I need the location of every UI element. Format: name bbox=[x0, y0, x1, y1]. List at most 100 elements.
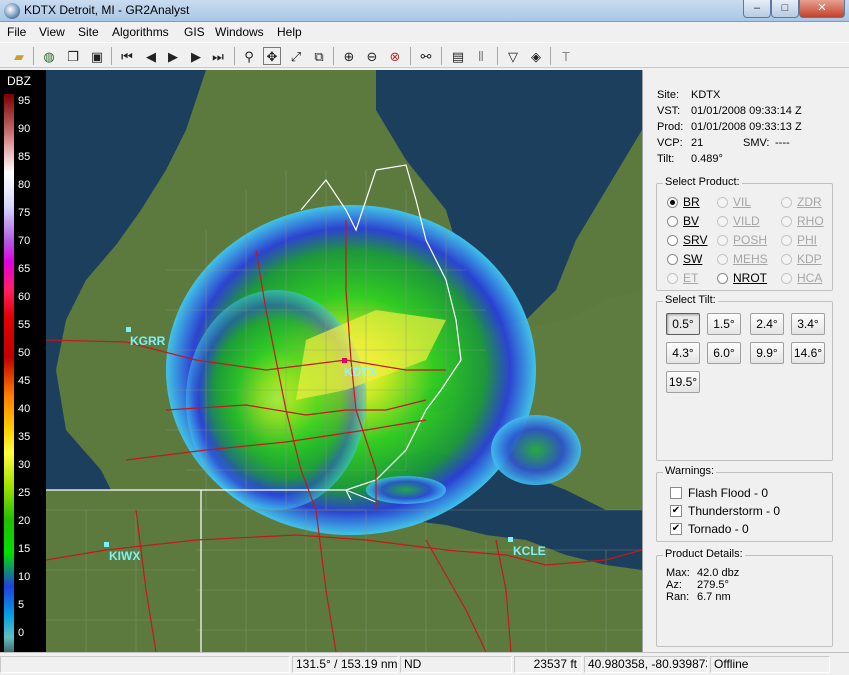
site-label-kdtx[interactable]: KDTX bbox=[344, 365, 377, 379]
radio-label: BR bbox=[683, 195, 700, 209]
menu-view[interactable]: View bbox=[39, 25, 65, 39]
product-radio-vil[interactable]: VIL bbox=[717, 195, 751, 209]
last-frame-icon[interactable]: ⏭ bbox=[209, 47, 227, 65]
checkbox-checked[interactable]: ✔ bbox=[670, 505, 682, 517]
radio-dot[interactable] bbox=[667, 196, 678, 208]
filter-icon[interactable]: ▽ bbox=[504, 47, 522, 65]
radio-dot[interactable] bbox=[781, 272, 792, 284]
product-radio-srv[interactable]: SRV bbox=[667, 233, 707, 247]
zoom-reset-icon[interactable]: ⊗ bbox=[386, 47, 404, 65]
menu-help[interactable]: Help bbox=[277, 25, 302, 39]
radio-dot[interactable] bbox=[717, 253, 728, 265]
product-radio-sw[interactable]: SW bbox=[667, 252, 702, 266]
control-panel: Site: KDTX VST: 01/01/2008 09:33:14 Z Prod… bbox=[642, 70, 849, 652]
vcp-label: VCP: bbox=[657, 137, 683, 149]
first-frame-icon[interactable]: ⏮ bbox=[118, 47, 136, 65]
product-radio-hca[interactable]: HCA bbox=[781, 271, 822, 285]
radio-dot[interactable] bbox=[717, 196, 728, 208]
checkbox[interactable] bbox=[670, 487, 682, 499]
tilt-button-3-4[interactable]: 3.4° bbox=[791, 313, 825, 335]
tilt-button-2-4[interactable]: 2.4° bbox=[750, 313, 784, 335]
radio-dot[interactable] bbox=[781, 234, 792, 246]
close-button[interactable]: ✕ bbox=[799, 0, 845, 18]
radio-label: KDP bbox=[797, 252, 822, 266]
next-frame-icon[interactable]: ▶ bbox=[187, 47, 205, 65]
product-radio-et[interactable]: ET bbox=[667, 271, 698, 285]
legend-tick: 45 bbox=[18, 375, 31, 387]
zoom-in-icon[interactable]: ⊕ bbox=[340, 47, 358, 65]
site-marker-kdtx[interactable] bbox=[342, 358, 347, 363]
ran-value: 6.7 nm bbox=[697, 591, 731, 603]
zoom-icon[interactable]: ⚲ bbox=[240, 47, 258, 65]
radar-map[interactable]: KGRR KDTX KIWX KCLE bbox=[46, 70, 642, 652]
tilt-button-14-6[interactable]: 14.6° bbox=[791, 342, 825, 364]
radio-dot[interactable] bbox=[717, 215, 728, 227]
product-radio-rho[interactable]: RHO bbox=[781, 214, 824, 228]
cross-section-icon[interactable]: Ⅱ bbox=[472, 47, 490, 65]
minimize-button[interactable]: – bbox=[743, 0, 771, 18]
radio-dot[interactable] bbox=[667, 253, 678, 265]
tilt-label: Tilt: bbox=[657, 153, 675, 165]
product-radio-br[interactable]: BR bbox=[667, 195, 700, 209]
menu-site[interactable]: Site bbox=[78, 25, 99, 39]
radio-dot[interactable] bbox=[781, 215, 792, 227]
radio-dot[interactable] bbox=[781, 196, 792, 208]
measure-icon[interactable]: ⤢ bbox=[287, 47, 305, 65]
warning-tornado[interactable]: ✔ Tornado - 0 bbox=[670, 522, 749, 536]
radio-dot[interactable] bbox=[667, 215, 678, 227]
menu-gis[interactable]: GIS bbox=[184, 25, 205, 39]
globe-icon[interactable]: ◍ bbox=[40, 47, 58, 65]
product-radio-posh[interactable]: POSH bbox=[717, 233, 767, 247]
radio-dot[interactable] bbox=[667, 234, 678, 246]
zoom-out-icon[interactable]: ⊖ bbox=[363, 47, 381, 65]
tilt-button-6-0[interactable]: 6.0° bbox=[707, 342, 741, 364]
save-image-icon[interactable]: ▣ bbox=[88, 47, 106, 65]
legend-tick: 75 bbox=[18, 207, 31, 219]
menu-file[interactable]: File bbox=[7, 25, 26, 39]
warning-flash-flood[interactable]: Flash Flood - 0 bbox=[670, 486, 768, 500]
product-radio-zdr[interactable]: ZDR bbox=[781, 195, 822, 209]
tilt-button-0-5[interactable]: 0.5° bbox=[666, 313, 700, 335]
tilt-button-19-5[interactable]: 19.5° bbox=[666, 371, 700, 393]
text-tool-icon[interactable]: T bbox=[557, 47, 575, 65]
link-icon[interactable]: ⚯ bbox=[417, 47, 435, 65]
maximize-button[interactable]: □ bbox=[771, 0, 799, 18]
site-label-kcle[interactable]: KCLE bbox=[513, 544, 546, 558]
radio-dot[interactable] bbox=[781, 253, 792, 265]
menu-windows[interactable]: Windows bbox=[215, 25, 264, 39]
open-folder-icon[interactable]: ▰ bbox=[10, 47, 28, 65]
app-icon bbox=[4, 3, 20, 19]
site-label-kiwx[interactable]: KIWX bbox=[109, 549, 140, 563]
legend-tick: 50 bbox=[18, 347, 31, 359]
previous-frame-icon[interactable]: ◀ bbox=[142, 47, 160, 65]
tilt-button-9-9[interactable]: 9.9° bbox=[750, 342, 784, 364]
product-radio-phi[interactable]: PHI bbox=[781, 233, 817, 247]
layers-icon[interactable]: ⧉ bbox=[310, 47, 328, 65]
status-value: ND bbox=[400, 656, 512, 673]
site-marker-kcle[interactable] bbox=[508, 537, 513, 542]
smv-label: SMV: bbox=[743, 137, 770, 149]
toolbar-separator bbox=[497, 47, 498, 65]
vst-value: 01/01/2008 09:33:14 Z bbox=[691, 105, 802, 117]
diamond-icon[interactable]: ◈ bbox=[527, 47, 545, 65]
warning-thunderstorm[interactable]: ✔ Thunderstorm - 0 bbox=[670, 504, 780, 518]
product-radio-bv[interactable]: BV bbox=[667, 214, 699, 228]
product-radio-kdp[interactable]: KDP bbox=[781, 252, 822, 266]
menu-algorithms[interactable]: Algorithms bbox=[112, 25, 169, 39]
checkbox-checked[interactable]: ✔ bbox=[670, 523, 682, 535]
product-radio-nrot[interactable]: NROT bbox=[717, 271, 767, 285]
site-marker-kgrr[interactable] bbox=[126, 327, 131, 332]
radio-dot[interactable] bbox=[717, 272, 728, 284]
radio-dot[interactable] bbox=[717, 234, 728, 246]
product-radio-mehs[interactable]: MEHS bbox=[717, 252, 768, 266]
radio-dot[interactable] bbox=[667, 272, 678, 284]
site-marker-kiwx[interactable] bbox=[104, 542, 109, 547]
copy-icon[interactable]: ❐ bbox=[64, 47, 82, 65]
color-table-icon[interactable]: ▤ bbox=[449, 47, 467, 65]
site-label-kgrr[interactable]: KGRR bbox=[130, 334, 165, 348]
pan-icon[interactable]: ✥ bbox=[263, 47, 281, 65]
tilt-button-4-3[interactable]: 4.3° bbox=[666, 342, 700, 364]
tilt-button-1-5[interactable]: 1.5° bbox=[707, 313, 741, 335]
product-radio-vild[interactable]: VILD bbox=[717, 214, 760, 228]
play-icon[interactable]: ▶ bbox=[164, 47, 182, 65]
